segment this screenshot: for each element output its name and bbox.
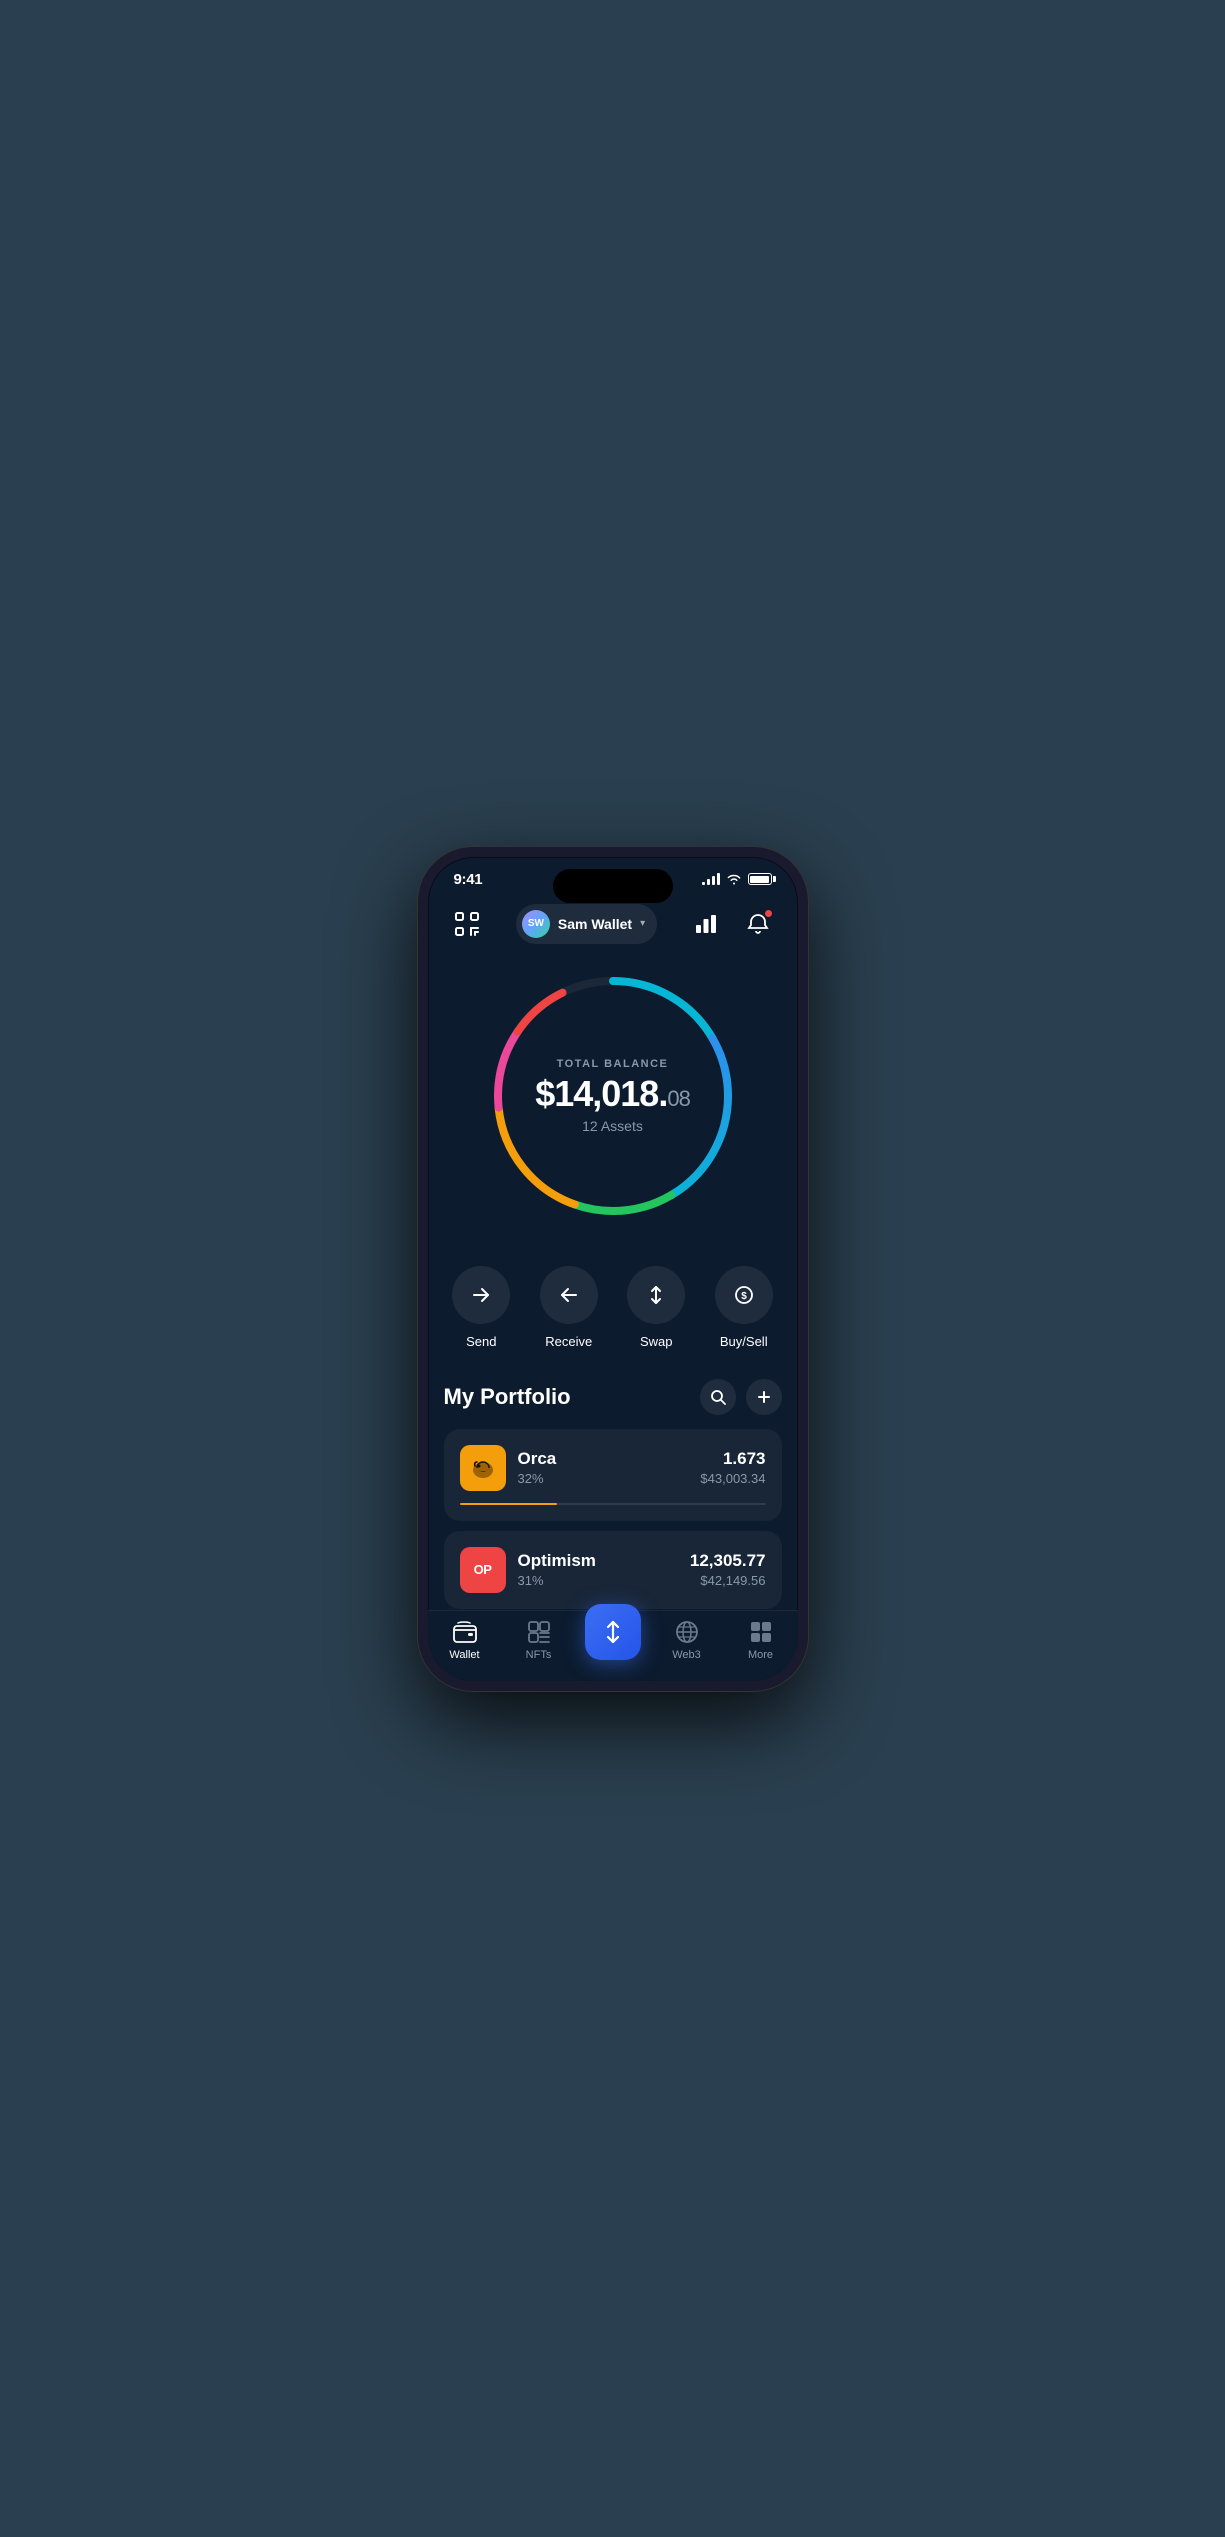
- swap-button[interactable]: Swap: [627, 1266, 685, 1349]
- balance-ring: TOTAL BALANCE $14,018.08 12 Assets: [483, 966, 743, 1226]
- notification-button[interactable]: [739, 905, 777, 943]
- swap-label: Swap: [640, 1334, 673, 1349]
- balance-content: TOTAL BALANCE $14,018.08 12 Assets: [523, 1058, 703, 1134]
- search-button[interactable]: [700, 1379, 736, 1415]
- portfolio-section: My Portfolio: [428, 1379, 798, 1610]
- orca-logo: [460, 1445, 506, 1491]
- send-label: Send: [466, 1334, 496, 1349]
- buysell-label: Buy/Sell: [720, 1334, 768, 1349]
- orca-percent: 32%: [518, 1471, 557, 1486]
- bottom-nav: Wallet NFTs: [428, 1610, 798, 1681]
- dynamic-island: [553, 869, 673, 903]
- plus-icon: [756, 1389, 772, 1405]
- nav-more[interactable]: More: [724, 1619, 798, 1661]
- nav-nfts[interactable]: NFTs: [502, 1619, 576, 1661]
- wallet-icon: [452, 1619, 478, 1645]
- send-button[interactable]: Send: [452, 1266, 510, 1349]
- send-icon: [470, 1284, 492, 1306]
- balance-section: TOTAL BALANCE $14,018.08 12 Assets: [428, 956, 798, 1256]
- optimism-value: $42,149.56: [690, 1573, 766, 1588]
- portfolio-actions: [700, 1379, 782, 1415]
- nav-web3[interactable]: Web3: [650, 1619, 724, 1661]
- notification-badge: [764, 909, 773, 918]
- orca-progress-bar: [460, 1503, 766, 1505]
- avatar: SW: [522, 910, 550, 938]
- nav-wallet[interactable]: Wallet: [428, 1619, 502, 1661]
- status-icons: [702, 873, 772, 885]
- action-buttons: Send Receive: [428, 1256, 798, 1379]
- receive-label: Receive: [545, 1334, 592, 1349]
- orca-amount: 1.673: [700, 1449, 765, 1469]
- bar-chart-icon: [694, 913, 718, 935]
- more-icon: [748, 1619, 774, 1645]
- asset-card-top: OP Optimism 31% 12,305.77 $42,149.56: [460, 1547, 766, 1593]
- buysell-icon: $: [733, 1284, 755, 1306]
- search-icon: [710, 1389, 726, 1405]
- center-swap-icon: [599, 1618, 627, 1646]
- chevron-down-icon: ▾: [640, 918, 645, 929]
- battery-icon: [748, 873, 772, 885]
- optimism-logo: OP: [460, 1547, 506, 1593]
- asset-card-orca[interactable]: Orca 32% 1.673 $43,003.34: [444, 1429, 782, 1521]
- balance-cents: 08: [667, 1086, 689, 1111]
- svg-text:$: $: [741, 1291, 747, 1302]
- portfolio-header: My Portfolio: [444, 1379, 782, 1415]
- wifi-icon: [726, 873, 742, 885]
- balance-label: TOTAL BALANCE: [523, 1058, 703, 1070]
- wallet-nav-label: Wallet: [449, 1649, 479, 1661]
- swap-center-button[interactable]: [585, 1604, 641, 1660]
- web3-nav-label: Web3: [672, 1649, 701, 1661]
- orca-name: Orca: [518, 1449, 557, 1469]
- phone-frame: 9:41: [418, 847, 808, 1691]
- portfolio-title: My Portfolio: [444, 1384, 571, 1410]
- asset-card-top: Orca 32% 1.673 $43,003.34: [460, 1445, 766, 1491]
- nfts-icon: [526, 1619, 552, 1645]
- header-right: [687, 905, 777, 943]
- header: SW Sam Wallet ▾: [428, 896, 798, 956]
- status-time: 9:41: [454, 871, 483, 888]
- receive-button[interactable]: Receive: [540, 1266, 598, 1349]
- optimism-name: Optimism: [518, 1551, 596, 1571]
- nav-center[interactable]: [576, 1620, 650, 1660]
- balance-amount: $14,018.08: [523, 1076, 703, 1112]
- nav-items: Wallet NFTs: [428, 1619, 798, 1661]
- more-nav-label: More: [748, 1649, 773, 1661]
- optimism-amount: 12,305.77: [690, 1551, 766, 1571]
- assets-count: 12 Assets: [523, 1118, 703, 1134]
- wallet-name: Sam Wallet: [558, 916, 632, 932]
- receive-icon: [558, 1284, 580, 1306]
- signal-icon: [702, 873, 720, 885]
- optimism-percent: 31%: [518, 1573, 596, 1588]
- scan-button[interactable]: [448, 905, 486, 943]
- chart-button[interactable]: [687, 905, 725, 943]
- web3-icon: [674, 1619, 700, 1645]
- swap-icon: [645, 1284, 667, 1306]
- main-content: TOTAL BALANCE $14,018.08 12 Assets Send: [428, 956, 798, 1610]
- wallet-selector[interactable]: SW Sam Wallet ▾: [516, 904, 657, 944]
- scan-icon: [454, 911, 480, 937]
- nfts-nav-label: NFTs: [526, 1649, 552, 1661]
- orca-value: $43,003.34: [700, 1471, 765, 1486]
- asset-card-optimism[interactable]: OP Optimism 31% 12,305.77 $42,149.56: [444, 1531, 782, 1609]
- buysell-button[interactable]: $ Buy/Sell: [715, 1266, 773, 1349]
- add-button[interactable]: [746, 1379, 782, 1415]
